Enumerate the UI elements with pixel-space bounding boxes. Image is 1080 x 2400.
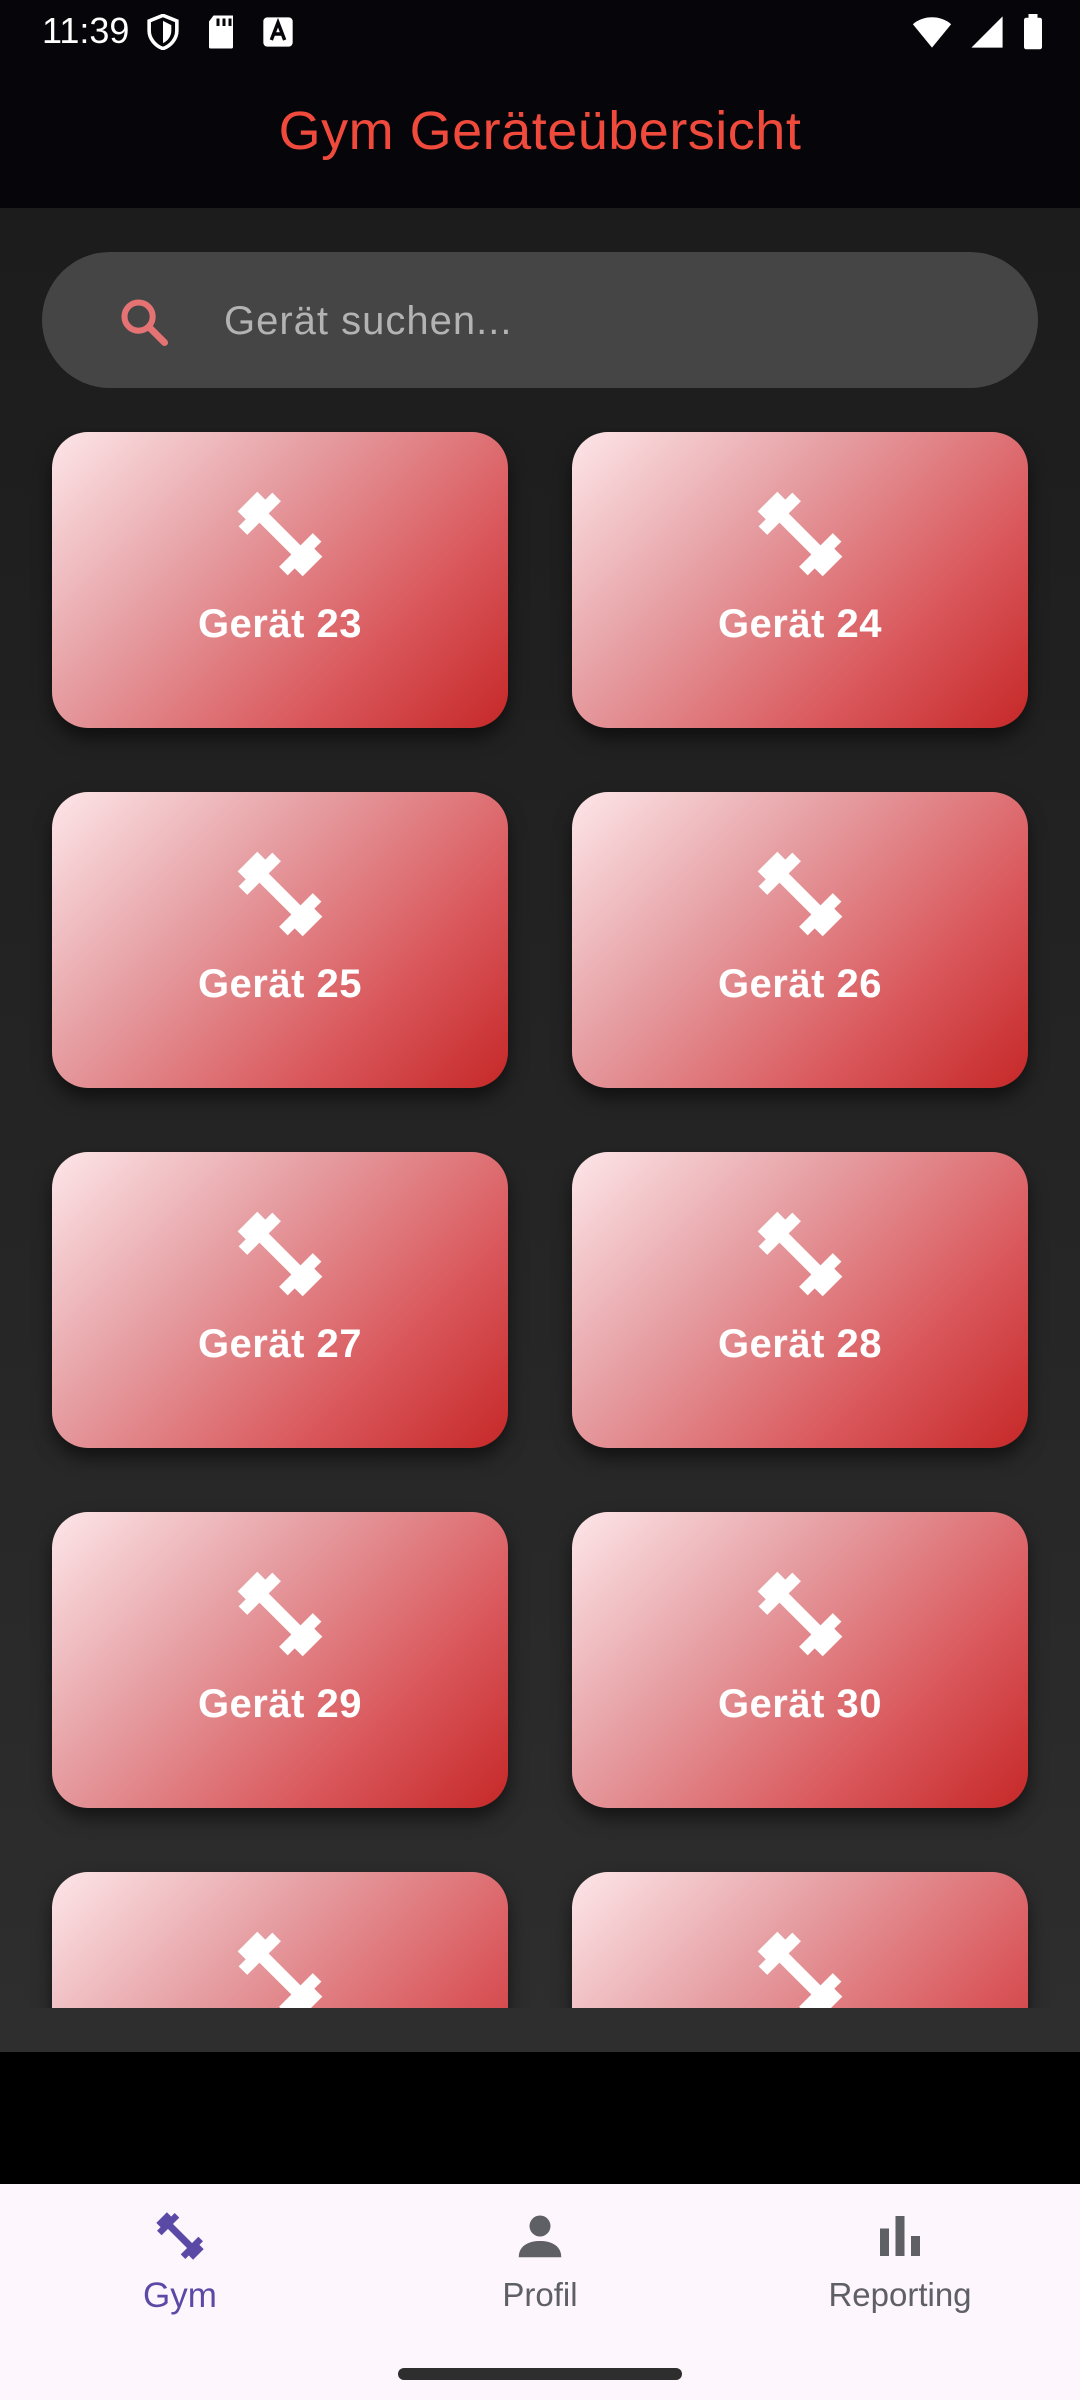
spacer-strip — [0, 2052, 1080, 2184]
status-icons-left — [146, 14, 294, 50]
sd-card-icon — [209, 15, 233, 49]
fitness-center-icon — [757, 851, 843, 937]
battery-icon — [1024, 14, 1042, 50]
device-card[interactable]: Gerät 25 — [52, 792, 508, 1088]
device-card-label: Gerät 24 — [717, 602, 883, 646]
device-card-label: Gerät 25 — [197, 962, 363, 1006]
device-grid: Gerät 23 Gerät 24 Gerät 25 Gerät 26 Gerät 27… — [52, 432, 1028, 2008]
page-title: Gym Geräteübersicht — [278, 101, 802, 161]
nav-item-profil[interactable]: Profil — [390, 2206, 690, 2336]
cellular-signal-icon — [971, 16, 1003, 48]
fitness-center-icon — [237, 1211, 323, 1297]
fitness-center-icon — [237, 1571, 323, 1657]
fitness-center-icon — [237, 1931, 323, 2008]
status-bar: 11:39 — [0, 0, 1080, 64]
fitness-center-icon — [757, 1571, 843, 1657]
search-bar[interactable] — [42, 252, 1038, 390]
device-card-label: Gerät 28 — [717, 1322, 883, 1366]
fitness-center-icon — [156, 2212, 204, 2260]
status-icons-right — [912, 14, 1044, 50]
nav-item-reporting[interactable]: Reporting — [750, 2206, 1050, 2336]
device-card[interactable]: Gerät 30 — [572, 1512, 1028, 1808]
home-indicator — [398, 2368, 682, 2380]
person-icon — [518, 2215, 562, 2258]
search-input[interactable] — [222, 252, 1006, 390]
device-card-label: Gerät 23 — [197, 602, 363, 646]
device-card[interactable] — [52, 1872, 508, 2008]
main-content: Gerät 23 Gerät 24 Gerät 25 Gerät 26 Gerät 27… — [0, 208, 1080, 2052]
nav-label-profil: Profil — [502, 2276, 578, 2313]
fitness-center-icon — [757, 1931, 843, 2008]
app-bar: Gym Geräteübersicht — [0, 64, 1080, 208]
device-card-label: Gerät 27 — [197, 1322, 363, 1366]
nav-label-reporting: Reporting — [828, 2276, 972, 2313]
device-card[interactable]: Gerät 27 — [52, 1152, 508, 1448]
nav-label-gym: Gym — [143, 2276, 217, 2315]
status-time: 11:39 — [42, 10, 130, 51]
device-card[interactable]: Gerät 26 — [572, 792, 1028, 1088]
shield-icon — [147, 14, 179, 50]
nav-item-gym[interactable]: Gym — [30, 2206, 330, 2336]
device-card[interactable]: Gerät 29 — [52, 1512, 508, 1808]
fitness-center-icon — [757, 1211, 843, 1297]
device-card-label: Gerät 29 — [197, 1682, 363, 1726]
fitness-center-icon — [237, 851, 323, 937]
fitness-center-icon — [237, 491, 323, 577]
fitness-center-icon — [757, 491, 843, 577]
device-card[interactable]: Gerät 24 — [572, 432, 1028, 728]
device-card-label: Gerät 30 — [717, 1682, 883, 1726]
device-grid-viewport[interactable]: Gerät 23 Gerät 24 Gerät 25 Gerät 26 Gerät 27… — [0, 428, 1080, 2008]
wifi-icon — [912, 17, 952, 48]
keyboard-icon — [263, 17, 293, 47]
device-card[interactable]: Gerät 23 — [52, 432, 508, 728]
device-card[interactable]: Gerät 28 — [572, 1152, 1028, 1448]
app-screen: 11:39 Gym Geräteübersicht Gerät suchen..… — [0, 0, 1080, 2400]
device-card-label: Gerät 26 — [717, 962, 883, 1006]
bar-chart-icon — [880, 2216, 920, 2256]
search-icon — [121, 299, 169, 347]
device-card[interactable] — [572, 1872, 1028, 2008]
